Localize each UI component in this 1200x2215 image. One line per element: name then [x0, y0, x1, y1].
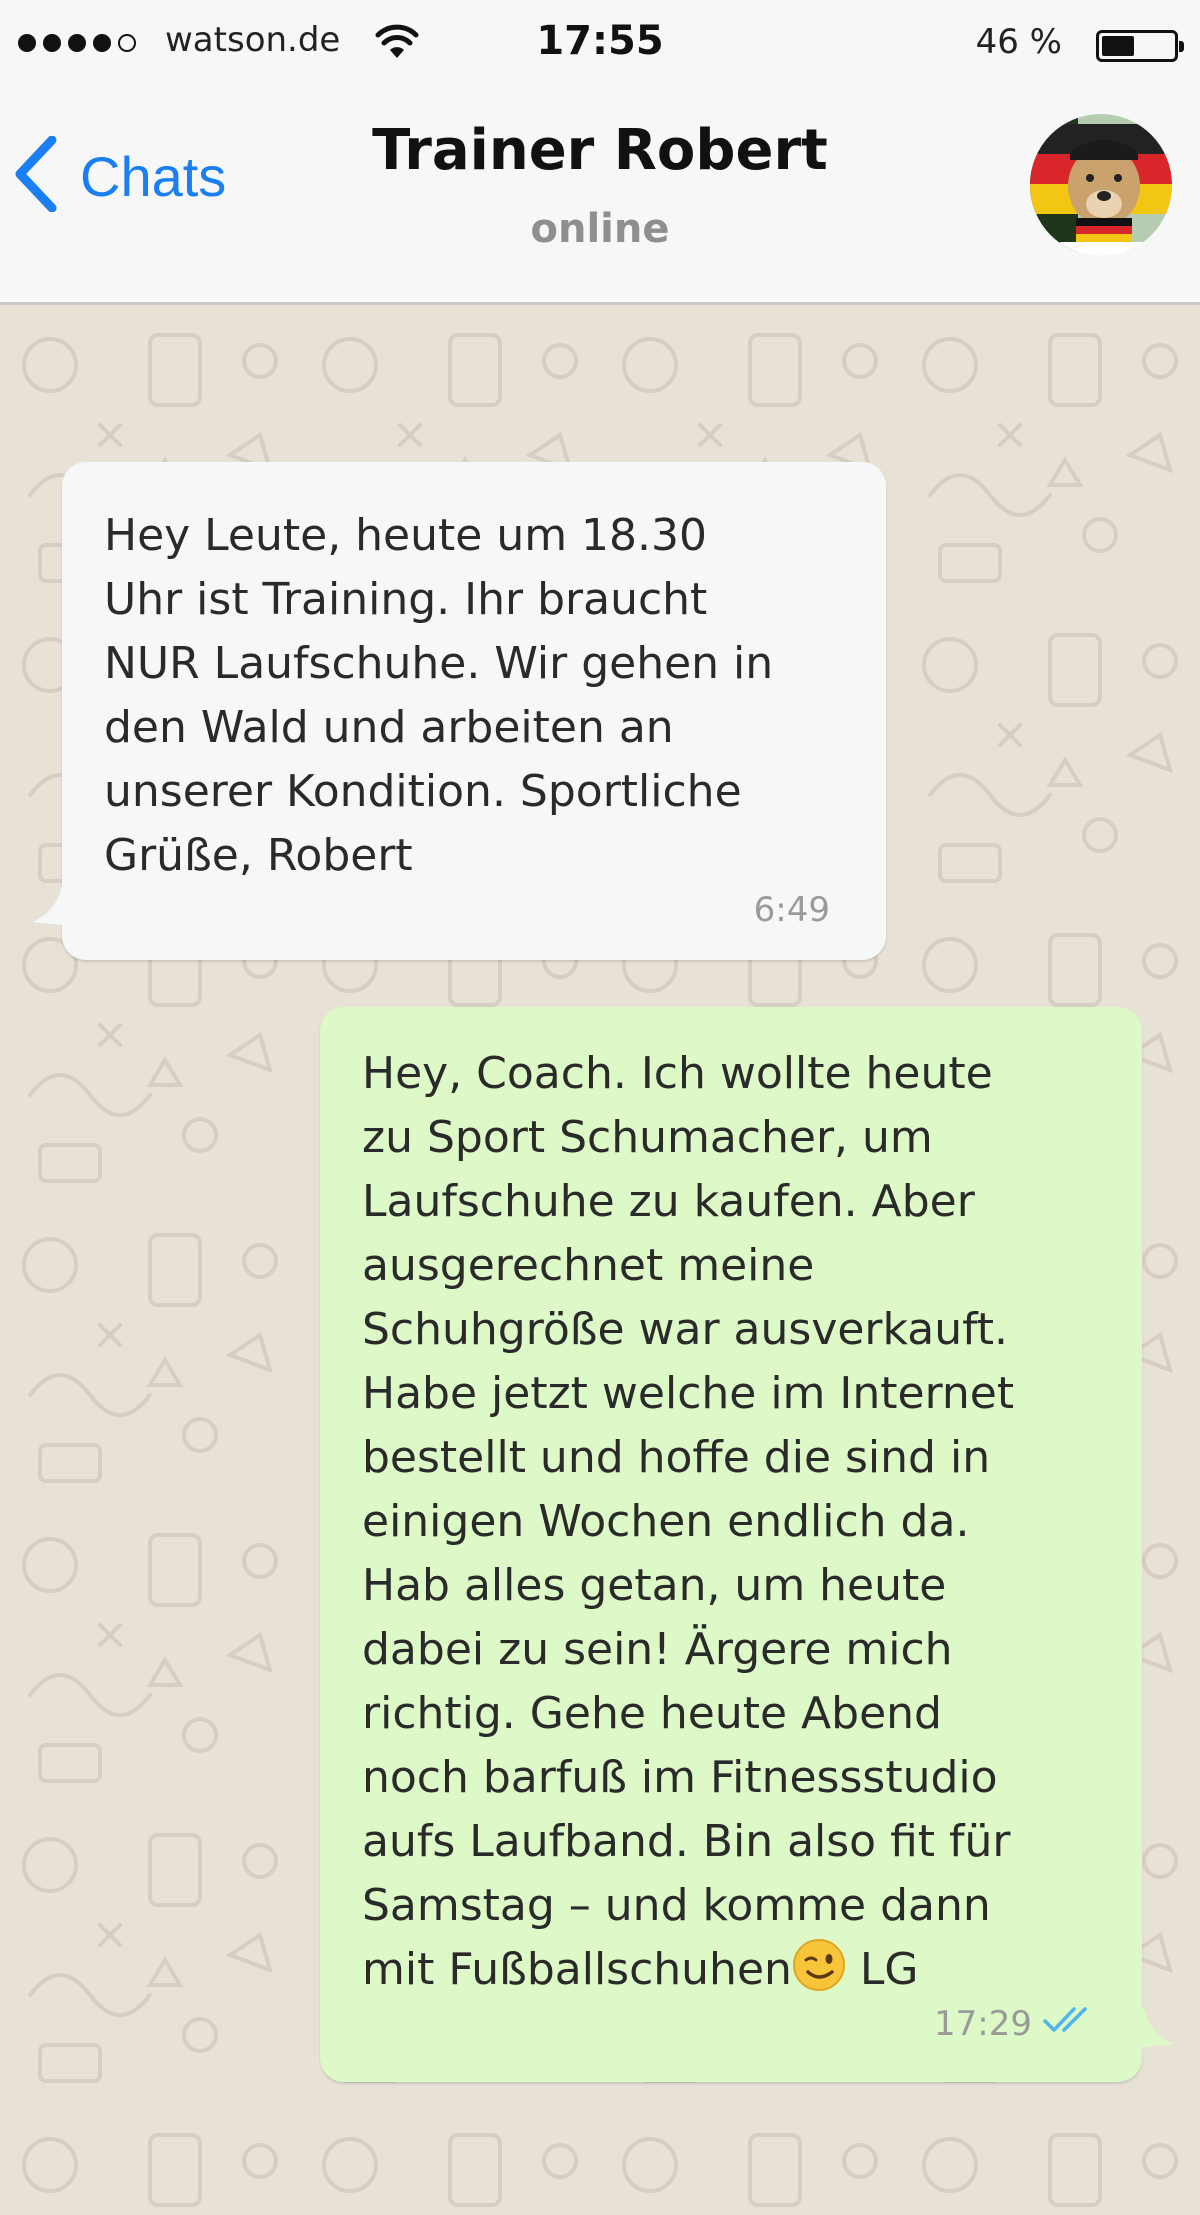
conversation-area[interactable]: Hey Leute, heute um 18.30 Uhr ist Traini… — [0, 305, 1200, 2215]
contact-name[interactable]: Trainer Robert — [300, 118, 900, 183]
message-meta: 6:49 — [754, 878, 830, 942]
contact-avatar[interactable] — [1030, 114, 1172, 256]
chevron-left-icon — [14, 135, 58, 216]
winking-face-emoji — [792, 1938, 846, 2010]
message-text-suffix: LG — [845, 1944, 919, 1995]
message-bubble-outgoing[interactable]: Hey, Coach. Ich wollte heute zu Sport Sc… — [320, 1007, 1174, 2082]
battery-percent: 46 % — [975, 22, 1062, 62]
message-time: 17:29 — [934, 2004, 1032, 2044]
message-text: Hey, Coach. Ich wollte heute zu Sport Sc… — [362, 1042, 1100, 2010]
back-button[interactable]: Chats — [14, 135, 227, 216]
bubble-tail — [1134, 2008, 1174, 2048]
message-time: 6:49 — [753, 890, 830, 930]
wifi-icon — [375, 24, 419, 64]
back-button-label: Chats — [80, 144, 227, 208]
battery-icon — [1096, 30, 1184, 62]
message-text: Hey Leute, heute um 18.30 Uhr ist Traini… — [104, 510, 774, 881]
contact-status: online — [530, 206, 670, 252]
message-bubble-incoming[interactable]: Hey Leute, heute um 18.30 Uhr ist Traini… — [32, 462, 886, 960]
cell-signal-icon — [18, 34, 136, 52]
bubble-tail — [32, 886, 72, 926]
message-text-body: Hey, Coach. Ich wollte heute zu Sport Sc… — [362, 1048, 1015, 1995]
clock: 17:55 — [536, 18, 664, 64]
double-check-read-icon — [1042, 1992, 1100, 2056]
carrier-name: watson.de — [165, 20, 341, 60]
battery-level-fill — [1102, 36, 1134, 56]
chat-header: Chats Trainer Robert online — [0, 90, 1200, 305]
message-meta: 17:29 — [934, 1992, 1100, 2056]
status-bar: watson.de 17:55 46 % — [0, 0, 1200, 90]
